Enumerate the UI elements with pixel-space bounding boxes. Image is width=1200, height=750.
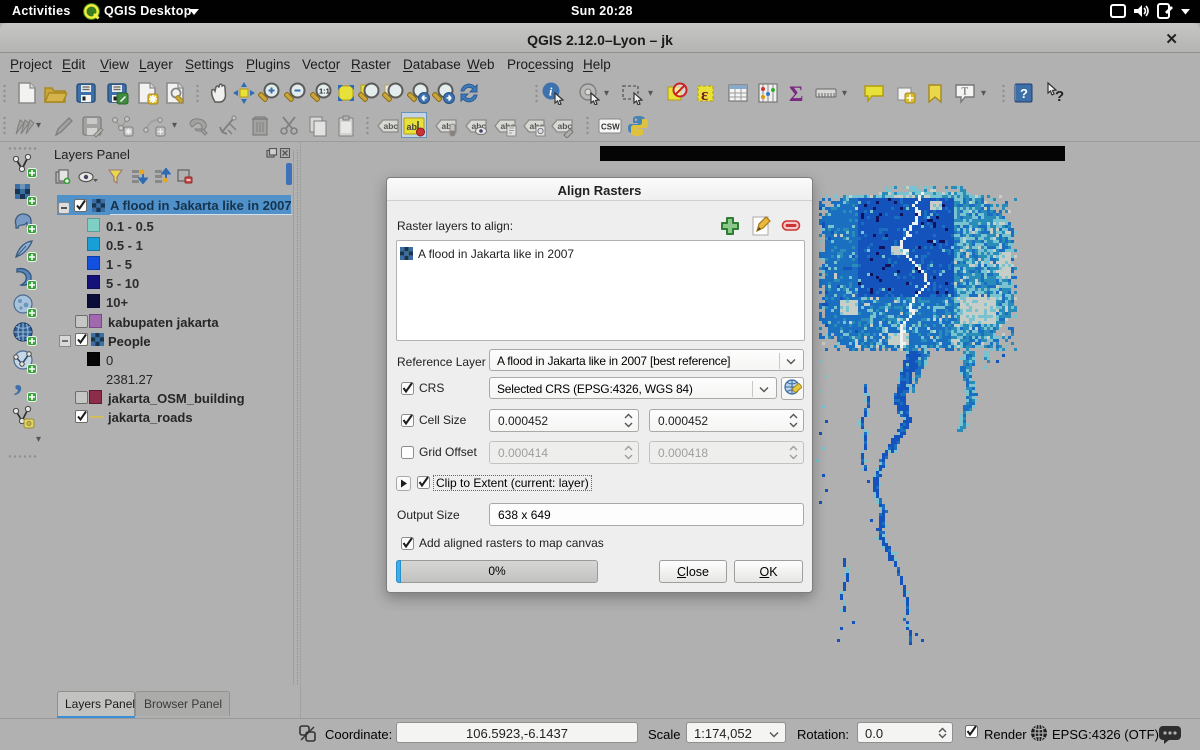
- svg-text:CSW: CSW: [601, 123, 620, 132]
- svg-text:abc: abc: [384, 121, 399, 131]
- svg-text:T: T: [962, 86, 969, 98]
- svg-text:Σ: Σ: [789, 81, 803, 105]
- svg-text:ab: ab: [407, 122, 418, 132]
- svg-text:1:1: 1:1: [319, 87, 330, 96]
- svg-text:?: ?: [1055, 88, 1064, 105]
- svg-text:ε: ε: [701, 85, 708, 104]
- svg-text:,: ,: [14, 377, 23, 398]
- svg-text:?: ?: [1020, 86, 1028, 101]
